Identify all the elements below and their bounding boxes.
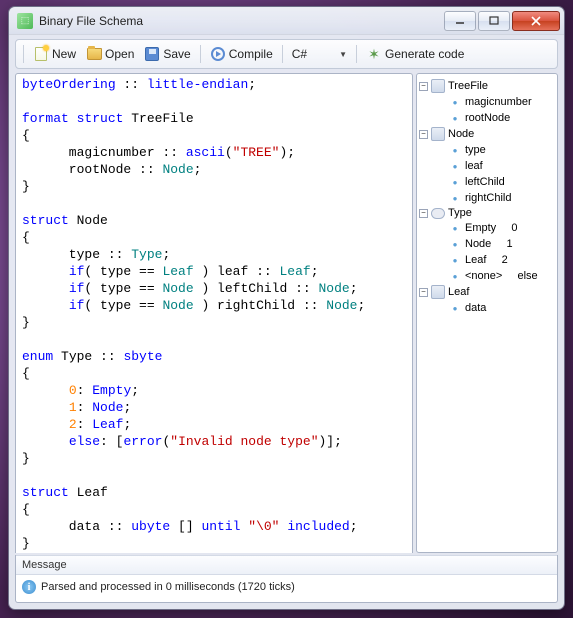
generate-button[interactable]: ✶ Generate code (362, 44, 468, 64)
code-editor[interactable]: byteOrdering :: little-endian; format st… (15, 73, 413, 553)
tree-node-treefile[interactable]: − TreeFile (419, 78, 555, 94)
tree-panel[interactable]: − TreeFile ●magicnumber ●rootNode − Node… (416, 73, 558, 553)
bullet-icon: ● (448, 95, 462, 109)
bullet-icon: ● (448, 237, 462, 251)
collapse-icon[interactable]: − (419, 82, 428, 91)
bullet-icon: ● (448, 175, 462, 189)
tree-leaf[interactable]: ●type (419, 142, 555, 158)
save-label: Save (163, 47, 190, 61)
compile-label: Compile (229, 47, 273, 61)
gear-icon: ✶ (366, 46, 382, 62)
tree-leaf[interactable]: ●Node 1 (419, 236, 555, 252)
chevron-down-icon: ▼ (339, 50, 347, 59)
struct-icon (431, 79, 445, 93)
status-message: Parsed and processed in 0 milliseconds (… (41, 581, 295, 593)
minimize-button[interactable] (444, 11, 476, 31)
tree-node-leaf[interactable]: − Leaf (419, 284, 555, 300)
content-area: byteOrdering :: little-endian; format st… (15, 73, 558, 553)
language-value: C# (292, 47, 307, 61)
status-panel: Message i Parsed and processed in 0 mill… (15, 555, 558, 603)
app-window: ⬚ Binary File Schema New Open Save Compi… (8, 6, 565, 610)
tree-leaf[interactable]: ●<none> else (419, 268, 555, 284)
window-title: Binary File Schema (39, 14, 444, 28)
bullet-icon: ● (448, 143, 462, 157)
struct-icon (431, 285, 445, 299)
enum-icon (431, 208, 445, 219)
new-label: New (52, 47, 76, 61)
save-icon (144, 46, 160, 62)
generate-label: Generate code (385, 47, 464, 61)
language-combo[interactable]: C# ▼ (288, 46, 351, 62)
collapse-icon[interactable]: − (419, 209, 428, 218)
tree-leaf[interactable]: ●rightChild (419, 190, 555, 206)
status-body: i Parsed and processed in 0 milliseconds… (16, 575, 557, 602)
status-header: Message (16, 555, 557, 575)
struct-icon (431, 127, 445, 141)
bullet-icon: ● (448, 191, 462, 205)
tree-node-type[interactable]: − Type (419, 206, 555, 220)
window-controls (444, 11, 560, 31)
titlebar[interactable]: ⬚ Binary File Schema (9, 7, 564, 35)
collapse-icon[interactable]: − (419, 288, 428, 297)
bullet-icon: ● (448, 159, 462, 173)
open-label: Open (105, 47, 134, 61)
bullet-icon: ● (448, 269, 462, 283)
bullet-icon: ● (448, 221, 462, 235)
tree-leaf[interactable]: ●Leaf 2 (419, 252, 555, 268)
save-button[interactable]: Save (140, 44, 194, 64)
folder-open-icon (86, 46, 102, 62)
tree-leaf[interactable]: ●data (419, 300, 555, 316)
bullet-icon: ● (448, 111, 462, 125)
toolbar: New Open Save Compile C# ▼ ✶ Generate co… (15, 39, 558, 69)
close-button[interactable] (512, 11, 560, 31)
bullet-icon: ● (448, 253, 462, 267)
collapse-icon[interactable]: − (419, 130, 428, 139)
app-icon: ⬚ (17, 13, 33, 29)
bullet-icon: ● (448, 301, 462, 315)
play-icon (210, 46, 226, 62)
maximize-button[interactable] (478, 11, 510, 31)
tree-leaf[interactable]: ●leaf (419, 158, 555, 174)
open-button[interactable]: Open (82, 44, 138, 64)
tree-leaf[interactable]: ●magicnumber (419, 94, 555, 110)
tree-leaf[interactable]: ●leftChild (419, 174, 555, 190)
tree-node-node[interactable]: − Node (419, 126, 555, 142)
tree-leaf[interactable]: ●Empty 0 (419, 220, 555, 236)
new-file-icon (33, 46, 49, 62)
new-button[interactable]: New (29, 44, 80, 64)
compile-button[interactable]: Compile (206, 44, 277, 64)
tree-leaf[interactable]: ●rootNode (419, 110, 555, 126)
info-icon: i (22, 580, 36, 594)
